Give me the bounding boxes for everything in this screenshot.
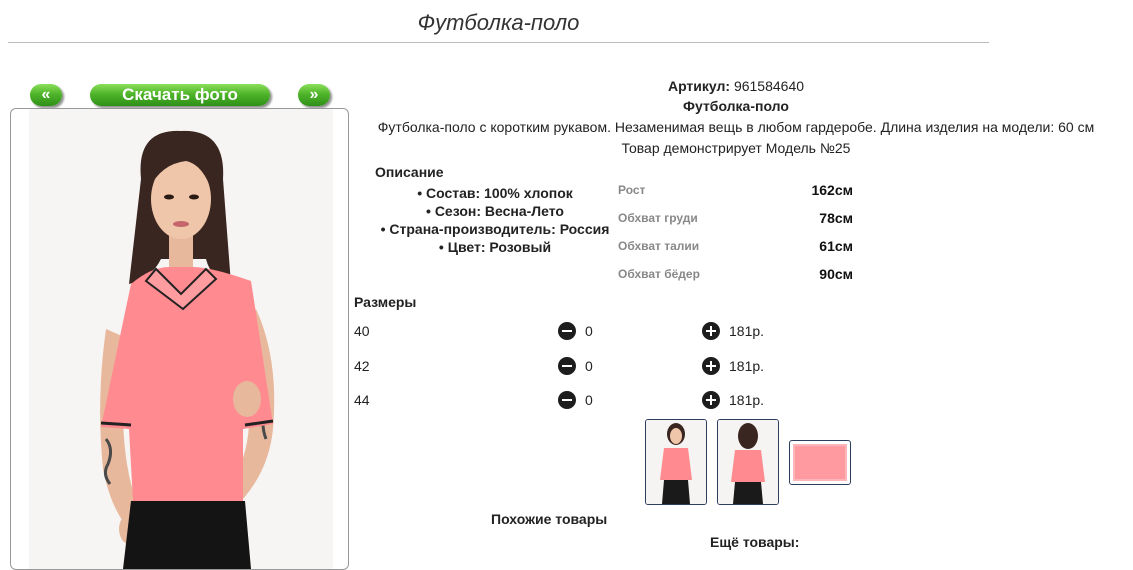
plus-circle-icon[interactable] <box>702 357 720 375</box>
prev-photo-button[interactable]: « <box>30 84 62 106</box>
thumbnail-fabric-image <box>793 444 847 481</box>
features-list: • Состав: 100% хлопок • Сезон: Весна-Лет… <box>370 184 620 256</box>
model-photo-image <box>100 130 275 569</box>
measurement-value-waist: 61см <box>819 238 853 254</box>
price-value: 181р. <box>729 358 765 374</box>
page-title: Футболка-поло <box>417 10 580 35</box>
feature-item: • Страна-производитель: Россия <box>380 221 610 237</box>
similar-products-title: Похожие товары <box>491 511 608 527</box>
size-row: 42 0 181р. <box>354 355 814 377</box>
sizes-title: Размеры <box>354 294 417 310</box>
measurement-value-height: 162см <box>811 182 853 198</box>
download-photo-button[interactable]: Скачать фото <box>90 84 270 106</box>
size-label: 40 <box>354 323 370 339</box>
thumbnail-back-image <box>718 420 778 504</box>
product-name: Футболка-поло <box>683 98 789 114</box>
article-label: Артикул: <box>667 78 731 94</box>
quantity-value: 0 <box>585 323 593 339</box>
description-title: Описание <box>375 164 444 180</box>
product-description: Футболка-поло с коротким рукавом. Незаме… <box>377 119 1095 135</box>
price-value: 181р. <box>729 323 765 339</box>
thumbnail-back[interactable] <box>717 419 779 505</box>
measurement-value-chest: 78см <box>819 210 853 226</box>
article-line: Артикул: 961584640 <box>360 78 1112 94</box>
model-note: Товар демонстрирует Модель №25 <box>621 140 851 156</box>
thumbnail-fabric[interactable] <box>789 440 851 485</box>
title-divider <box>8 42 989 43</box>
measurement-label-waist: Обхват талии <box>618 239 700 253</box>
size-row: 40 0 181р. <box>354 320 814 342</box>
plus-circle-icon[interactable] <box>702 391 720 409</box>
quantity-value: 0 <box>585 392 593 408</box>
price-value: 181р. <box>729 392 765 408</box>
measurement-label-hips: Обхват бёдер <box>618 267 700 281</box>
feature-item: • Состав: 100% хлопок <box>417 185 573 201</box>
main-photo[interactable] <box>10 108 349 570</box>
minus-circle-icon[interactable] <box>558 391 576 409</box>
measurement-label-chest: Обхват груди <box>618 211 698 225</box>
more-products-title: Ещё товары: <box>710 534 800 550</box>
feature-item: • Цвет: Розовый <box>438 239 552 255</box>
thumbnail-front[interactable] <box>645 419 707 505</box>
feature-item: • Сезон: Весна-Лето <box>426 203 564 219</box>
next-photo-button[interactable]: » <box>298 84 330 106</box>
article-value: 961584640 <box>733 78 805 94</box>
thumbnail-front-image <box>646 420 706 504</box>
measurement-value-hips: 90см <box>819 266 853 282</box>
plus-circle-icon[interactable] <box>702 322 720 340</box>
minus-circle-icon[interactable] <box>558 357 576 375</box>
size-label: 44 <box>354 392 370 408</box>
quantity-value: 0 <box>585 358 593 374</box>
size-label: 42 <box>354 358 370 374</box>
size-row: 44 0 181р. <box>354 389 814 411</box>
measurement-label-height: Рост <box>618 183 646 197</box>
minus-circle-icon[interactable] <box>558 322 576 340</box>
